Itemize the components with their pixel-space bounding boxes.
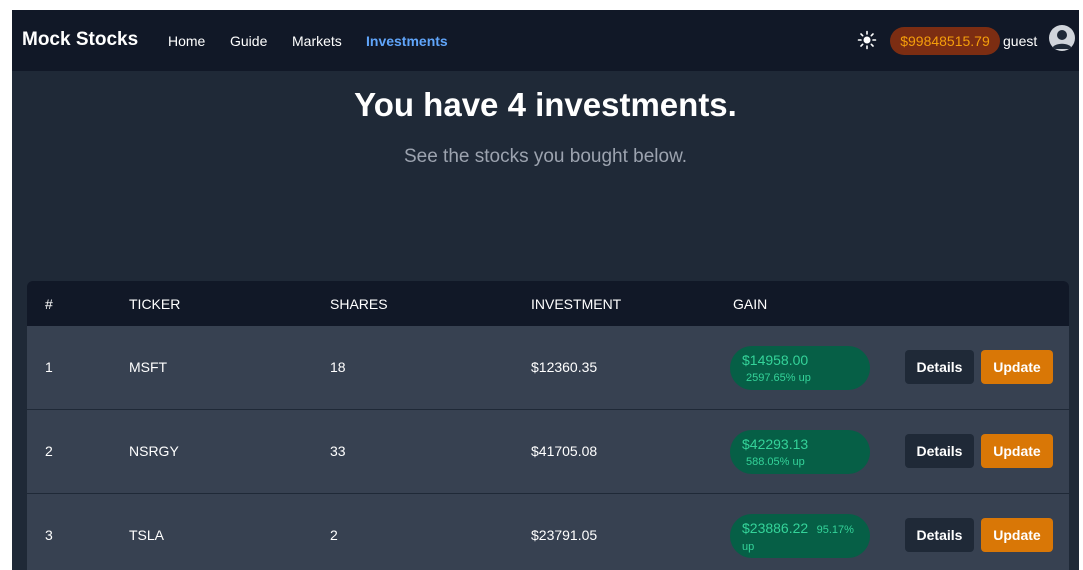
gain-badge: $23886.22 95.17% up (730, 514, 870, 558)
nav-link-home[interactable]: Home (168, 33, 205, 49)
header-shares: SHARES (330, 296, 388, 312)
row-investment: $41705.08 (531, 443, 598, 459)
page-subtitle: See the stocks you bought below. (403, 146, 688, 167)
header-ticker: TICKER (129, 296, 181, 312)
header-investment: INVESTMENT (531, 296, 622, 312)
gain-value: $23886.22 (742, 520, 809, 536)
header-num: # (45, 296, 53, 312)
gain-value: $14958.00 (742, 352, 809, 368)
gain-value: $42293.13 (742, 436, 809, 452)
details-button[interactable]: Details (905, 518, 974, 552)
table-row: 2 NSRGY 33 $41705.08 $42293.13 588.05% u… (27, 410, 1069, 494)
app-frame: Mock Stocks Home Guide Markets Investmen… (12, 10, 1079, 570)
table-row: 3 TSLA 2 $23791.05 $23886.22 95.17% up D… (27, 494, 1069, 570)
update-button[interactable]: Update (981, 350, 1053, 384)
row-shares: 2 (330, 527, 338, 543)
user-icon[interactable] (1049, 25, 1075, 51)
gain-badge: $14958.00 2597.65% up (730, 346, 870, 390)
header-gain: GAIN (733, 296, 768, 312)
table-row: 1 MSFT 18 $12360.35 $14958.00 2597.65% u… (27, 326, 1069, 410)
table-header: # TICKER SHARES INVESTMENT GAIN (27, 281, 1069, 326)
row-num: 2 (45, 443, 53, 459)
gain-percent: 588.05% up (746, 456, 805, 468)
row-ticker: TSLA (129, 527, 165, 543)
update-button[interactable]: Update (981, 434, 1053, 468)
row-num: 3 (45, 527, 53, 543)
nav-link-markets[interactable]: Markets (292, 33, 342, 49)
update-button[interactable]: Update (981, 518, 1053, 552)
page-title: You have 4 investments. (354, 86, 737, 123)
row-num: 1 (45, 359, 53, 375)
username: guest (1003, 33, 1038, 49)
details-button[interactable]: Details (905, 350, 974, 384)
row-ticker: NSRGY (129, 443, 179, 459)
row-investment: $12360.35 (531, 359, 598, 375)
sun-icon[interactable] (856, 29, 878, 51)
navbar: Mock Stocks Home Guide Markets Investmen… (12, 10, 1079, 71)
brand-logo[interactable]: Mock Stocks (22, 29, 138, 51)
row-ticker: MSFT (129, 359, 168, 375)
balance-badge: $99848515.79 (890, 27, 1000, 55)
nav-link-guide[interactable]: Guide (230, 33, 267, 49)
nav-link-investments[interactable]: Investments (366, 33, 448, 49)
details-button[interactable]: Details (905, 434, 974, 468)
gain-percent: 2597.65% up (746, 372, 811, 384)
gain-badge: $42293.13 588.05% up (730, 430, 870, 474)
row-shares: 33 (330, 443, 346, 459)
row-shares: 18 (330, 359, 346, 375)
row-investment: $23791.05 (531, 527, 598, 543)
investments-table: # TICKER SHARES INVESTMENT GAIN 1 MSFT 1… (27, 281, 1069, 570)
